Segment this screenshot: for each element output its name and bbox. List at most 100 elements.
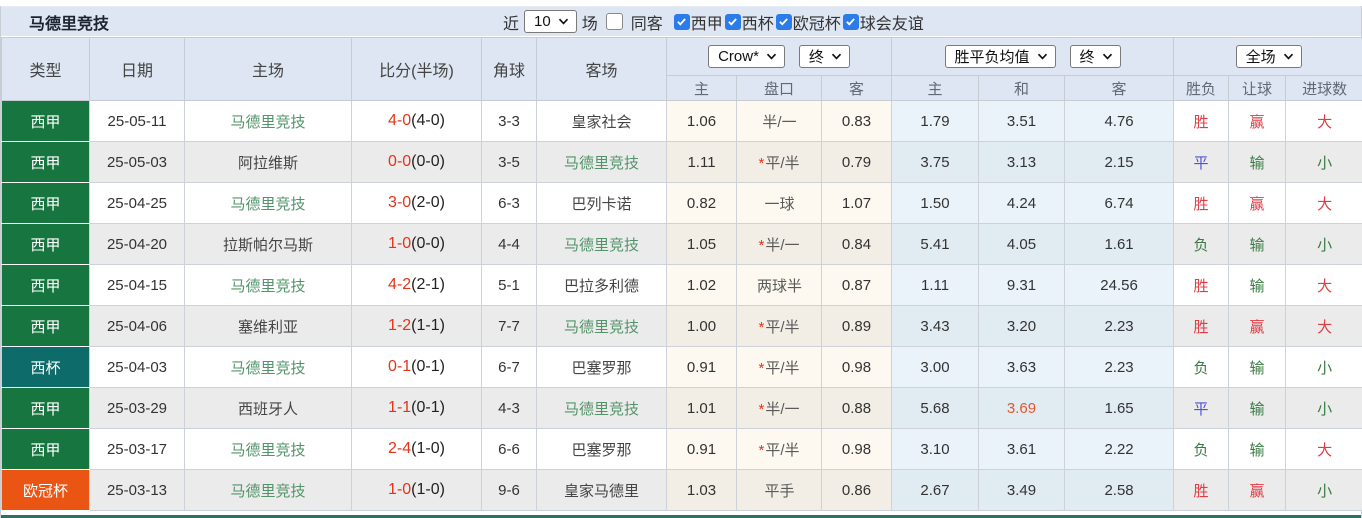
- home-team-link[interactable]: 马德里竞技: [185, 470, 352, 511]
- wdl-home-odds: 3.00: [892, 347, 979, 388]
- odds-time-select[interactable]: 终: [799, 45, 850, 68]
- wdl-draw-odds: 3.51: [979, 101, 1065, 142]
- odds-away: 0.79: [822, 142, 892, 183]
- wdl-away-odds: 1.65: [1065, 388, 1174, 429]
- home-team-link[interactable]: 马德里竞技: [185, 265, 352, 306]
- handicap-line: 一球: [764, 196, 794, 213]
- score-cell: 3-0(2-0): [352, 183, 482, 224]
- wdl-away-odds: 2.15: [1065, 142, 1174, 183]
- league-badge: 西甲: [2, 429, 90, 470]
- odds-away: 1.07: [822, 183, 892, 224]
- league-filter[interactable]: 西杯: [725, 10, 774, 34]
- full-time-score: 1-0: [388, 235, 411, 252]
- match-date: 25-03-17: [90, 429, 185, 470]
- handicap-result: 输: [1229, 265, 1286, 306]
- sub-header-wdl-draw: 和: [979, 76, 1065, 101]
- match-date: 25-04-20: [90, 224, 185, 265]
- sub-header-odds-home: 主: [667, 76, 737, 101]
- handicap-line: 半/一: [765, 237, 799, 254]
- league-filter[interactable]: 球会友谊: [843, 10, 924, 34]
- wdl-mode-select[interactable]: 胜平负均值: [945, 45, 1056, 68]
- wdl-home-odds: 1.79: [892, 101, 979, 142]
- same-away-label: 同客: [631, 10, 663, 34]
- score-cell: 4-0(4-0): [352, 101, 482, 142]
- away-team-link[interactable]: 巴塞罗那: [537, 429, 667, 470]
- half-time-score: (0-0): [411, 235, 445, 252]
- home-team-link[interactable]: 拉斯帕尔马斯: [185, 224, 352, 265]
- home-team-link[interactable]: 马德里竞技: [185, 347, 352, 388]
- handicap-star: *: [758, 401, 764, 418]
- full-time-score: 1-1: [388, 399, 411, 416]
- handicap-star: *: [758, 442, 764, 459]
- away-team-link[interactable]: 马德里竞技: [537, 224, 667, 265]
- away-team-link[interactable]: 马德里竞技: [537, 306, 667, 347]
- recent-count-select[interactable]: 10: [524, 10, 577, 33]
- handicap-star: *: [758, 155, 764, 172]
- handicap-cell: *平/半: [737, 306, 822, 347]
- full-time-score: 3-0: [388, 194, 411, 211]
- full-time-score: 1-2: [388, 317, 411, 334]
- home-team-link[interactable]: 马德里竞技: [185, 101, 352, 142]
- wdl-mode-value: 胜平负均值: [955, 46, 1030, 67]
- away-team-link[interactable]: 马德里竞技: [537, 142, 667, 183]
- goals-result: 大: [1286, 265, 1362, 306]
- corner-score: 4-3: [482, 388, 537, 429]
- checkbox-checked-icon[interactable]: [725, 14, 741, 30]
- corner-score: 5-1: [482, 265, 537, 306]
- table-row: 西甲 25-04-25 马德里竞技 3-0(2-0) 6-3 巴列卡诺 0.82…: [2, 183, 1362, 224]
- goals-result: 大: [1286, 183, 1362, 224]
- league-filter[interactable]: 欧冠杯: [776, 10, 841, 34]
- corner-score: 6-7: [482, 347, 537, 388]
- odds-away: 0.89: [822, 306, 892, 347]
- odds-home: 1.02: [667, 265, 737, 306]
- handicap-star: *: [758, 319, 764, 336]
- goals-result: 小: [1286, 470, 1362, 511]
- sub-header-wdl-away: 客: [1065, 76, 1174, 101]
- odds-company-select[interactable]: Crow*: [708, 45, 785, 68]
- away-team-link[interactable]: 皇家社会: [537, 101, 667, 142]
- home-team-link[interactable]: 阿拉维斯: [185, 142, 352, 183]
- handicap-line: 两球半: [757, 278, 802, 295]
- handicap-result: 赢: [1229, 101, 1286, 142]
- checkbox-checked-icon[interactable]: [843, 14, 859, 30]
- odds-away: 0.98: [822, 429, 892, 470]
- wdl-draw-odds: 3.49: [979, 470, 1065, 511]
- half-time-score: (2-1): [411, 276, 445, 293]
- handicap-result: 输: [1229, 224, 1286, 265]
- home-team-link[interactable]: 马德里竞技: [185, 429, 352, 470]
- odds-header-group: Crow* 终: [667, 38, 892, 76]
- same-away-checkbox[interactable]: [606, 13, 623, 30]
- handicap-line: 平手: [764, 483, 794, 500]
- wdl-header-group: 胜平负均值 终: [892, 38, 1174, 76]
- away-team-link[interactable]: 巴列卡诺: [537, 183, 667, 224]
- half-time-score: (2-0): [411, 194, 445, 211]
- wdl-away-odds: 2.23: [1065, 347, 1174, 388]
- match-date: 25-03-13: [90, 470, 185, 511]
- scope-select[interactable]: 全场: [1236, 45, 1302, 68]
- score-cell: 2-4(1-0): [352, 429, 482, 470]
- league-filter[interactable]: 西甲: [674, 10, 723, 34]
- home-team-link[interactable]: 马德里竞技: [185, 183, 352, 224]
- away-team-link[interactable]: 皇家马德里: [537, 470, 667, 511]
- wdl-away-odds: 24.56: [1065, 265, 1174, 306]
- home-team-link[interactable]: 西班牙人: [185, 388, 352, 429]
- chevron-down-icon: [558, 18, 569, 25]
- home-team-link[interactable]: 塞维利亚: [185, 306, 352, 347]
- odds-home: 0.82: [667, 183, 737, 224]
- handicap-cell: *半/一: [737, 224, 822, 265]
- corner-score: 9-6: [482, 470, 537, 511]
- league-filter-label: 球会友谊: [860, 10, 924, 34]
- wdl-draw-odds: 3.61: [979, 429, 1065, 470]
- away-team-link[interactable]: 马德里竞技: [537, 388, 667, 429]
- league-badge: 西甲: [2, 388, 90, 429]
- away-team-link[interactable]: 巴塞罗那: [537, 347, 667, 388]
- handicap-result: 输: [1229, 388, 1286, 429]
- winloss-result: 胜: [1174, 265, 1229, 306]
- wdl-time-select[interactable]: 终: [1070, 45, 1121, 68]
- checkbox-checked-icon[interactable]: [674, 14, 690, 30]
- handicap-cell: *半/一: [737, 388, 822, 429]
- odds-home: 1.01: [667, 388, 737, 429]
- matches-label: 场: [582, 10, 598, 34]
- away-team-link[interactable]: 巴拉多利德: [537, 265, 667, 306]
- checkbox-checked-icon[interactable]: [776, 14, 792, 30]
